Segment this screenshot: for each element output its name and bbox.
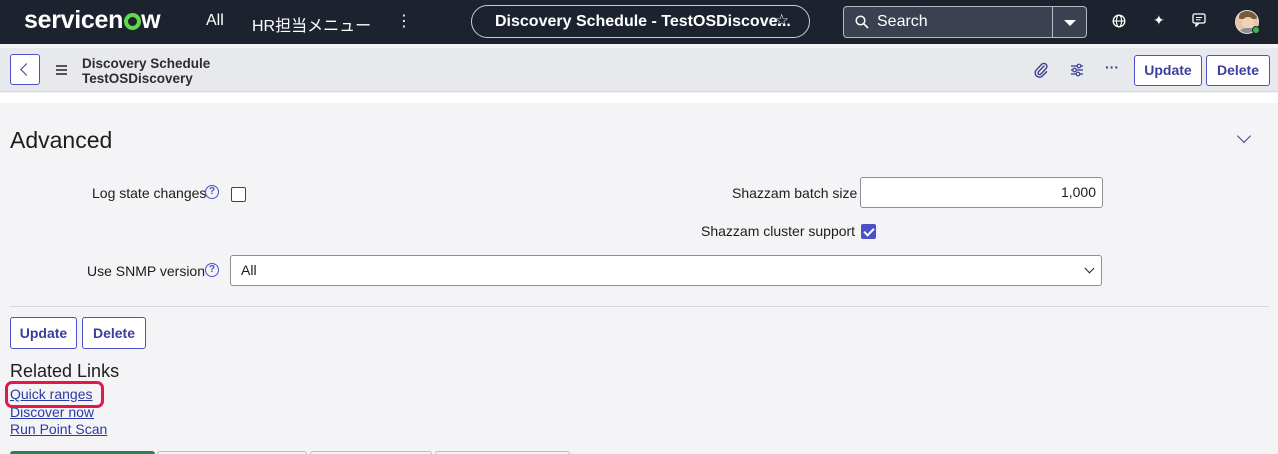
- chevron-down-icon[interactable]: [1236, 128, 1252, 144]
- help-icon[interactable]: ?: [205, 185, 219, 199]
- nav-more-icon[interactable]: ⋮: [396, 11, 412, 31]
- shazzam-cluster-support-checkbox[interactable]: [861, 224, 876, 239]
- form-update-button[interactable]: Update: [10, 317, 77, 349]
- back-button[interactable]: [10, 54, 40, 85]
- ai-sparkle-icon[interactable]: ✦: [1153, 12, 1165, 29]
- chat-icon[interactable]: [1192, 13, 1206, 27]
- run-point-scan-link[interactable]: Run Point Scan: [10, 421, 107, 437]
- chevron-down-icon: [1064, 20, 1076, 26]
- select-value: All: [241, 262, 257, 278]
- help-icon[interactable]: ?: [205, 263, 219, 277]
- use-snmp-version-select[interactable]: All: [230, 255, 1102, 286]
- form-title-record: TestOSDiscovery: [82, 71, 193, 86]
- shazzam-batch-size-label: Shazzam batch size: [732, 185, 858, 201]
- search-icon: [855, 15, 869, 29]
- nav-all-menu[interactable]: All: [206, 12, 224, 30]
- global-search[interactable]: Search: [843, 6, 1087, 38]
- search-scope-dropdown[interactable]: [1052, 7, 1086, 37]
- more-actions-icon[interactable]: ···: [1105, 59, 1119, 75]
- top-navigation-bar: servicen w All HR担当メニュー ⋮ Discovery Sched…: [0, 0, 1278, 44]
- shazzam-batch-size-input[interactable]: 1,000: [860, 177, 1103, 208]
- annotation-highlight-box: [5, 381, 104, 408]
- header-delete-button[interactable]: Delete: [1206, 55, 1270, 86]
- form-header-bar: Discovery Schedule TestOSDiscovery ··· U…: [0, 48, 1278, 92]
- context-record-pill[interactable]: Discovery Schedule - TestOSDiscove... ☆: [471, 5, 810, 38]
- header-update-button[interactable]: Update: [1134, 55, 1202, 86]
- nav-hr-menu[interactable]: HR担当メニュー: [252, 12, 371, 36]
- chevron-down-icon: [1084, 263, 1095, 274]
- form-top-spacer: [0, 93, 1278, 103]
- context-record-title: Discovery Schedule - TestOSDiscove...: [495, 13, 791, 30]
- servicenow-logo[interactable]: servicen w: [24, 6, 161, 35]
- globe-icon[interactable]: [1112, 14, 1126, 28]
- chevron-left-icon: [20, 63, 33, 76]
- log-state-changes-checkbox[interactable]: [231, 187, 246, 202]
- log-state-changes-label: Log state changes: [92, 185, 207, 201]
- shazzam-cluster-support-label: Shazzam cluster support: [701, 223, 856, 239]
- use-snmp-version-label: Use SNMP version: [87, 263, 206, 279]
- personalize-form-icon[interactable]: [1070, 63, 1084, 77]
- attachment-icon[interactable]: [1034, 61, 1048, 78]
- search-placeholder: Search: [877, 13, 928, 30]
- form-context-menu-icon[interactable]: [56, 65, 67, 77]
- presence-status-dot: [1252, 26, 1260, 34]
- favorite-star-icon[interactable]: ☆: [774, 11, 789, 31]
- related-links-title: Related Links: [10, 361, 120, 381]
- form-title-table: Discovery Schedule: [82, 56, 211, 71]
- form-delete-button[interactable]: Delete: [82, 317, 146, 349]
- section-title: Advanced: [10, 127, 113, 153]
- section-divider: [10, 306, 1269, 307]
